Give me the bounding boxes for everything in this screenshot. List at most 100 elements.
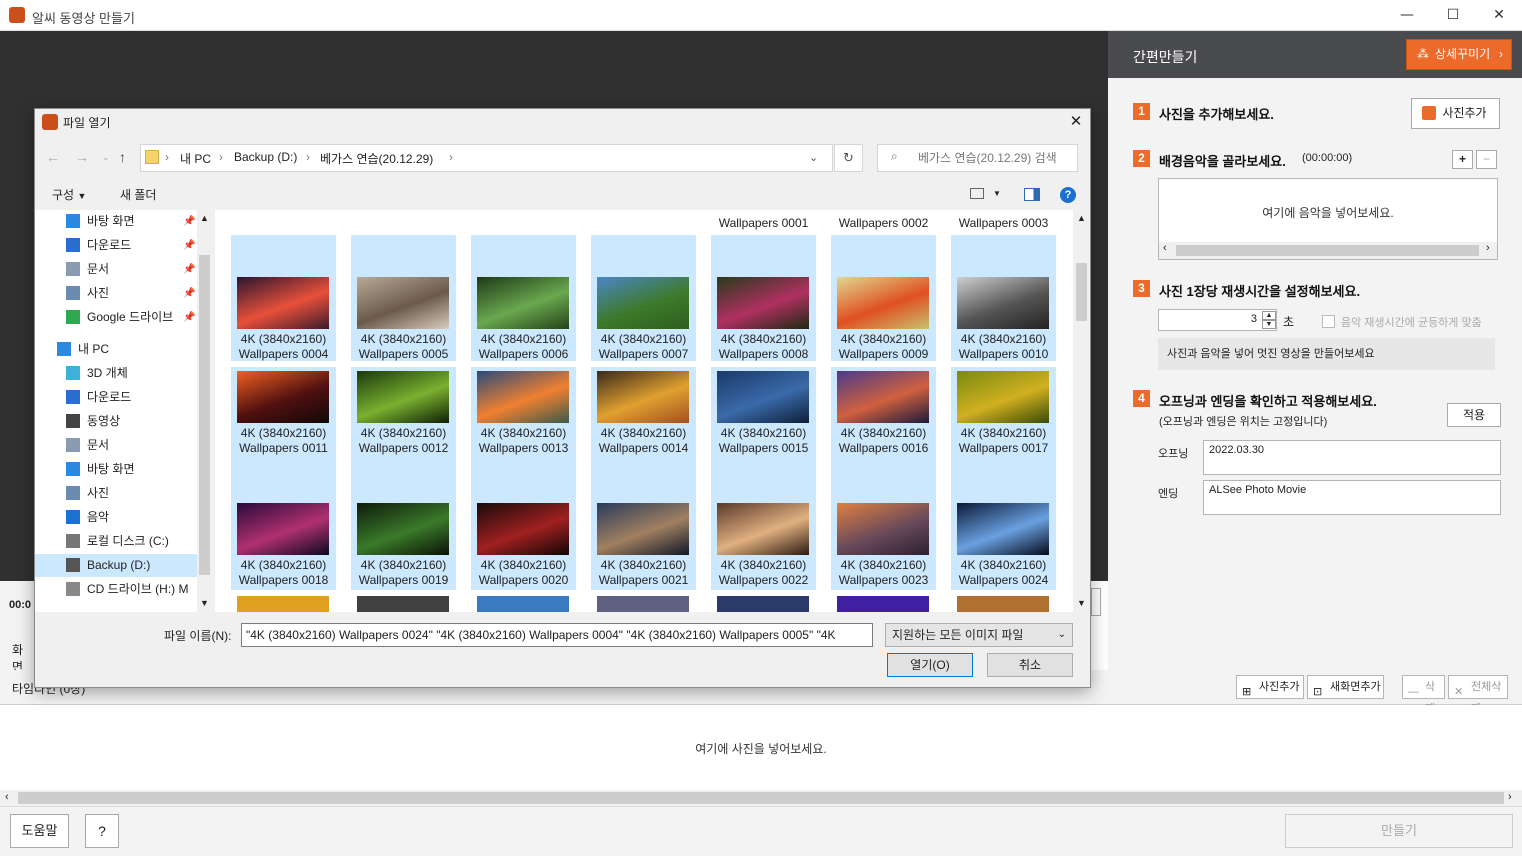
file-tile[interactable]: 4K (3840x2160) Wallpapers 0015 [711, 367, 816, 460]
help-button[interactable]: 도움말 [10, 814, 69, 848]
file-tile[interactable]: 4K (3840x2160) Wallpapers 0019 [351, 460, 456, 590]
music-hscroll[interactable]: ‹ › [1159, 242, 1497, 259]
file-tile[interactable]: 4K (3840x2160) Wallpapers 0007 [591, 235, 696, 361]
nav-item[interactable]: 문서 [35, 434, 198, 457]
nav-item[interactable]: 다운로드 [35, 386, 198, 409]
recent-dropdown-icon[interactable]: ⌄ [102, 152, 110, 163]
image-thumbnail[interactable] [717, 596, 809, 612]
timeline-drop-area[interactable]: 여기에 사진을 넣어보세요. [0, 705, 1522, 790]
file-tile[interactable]: 4K (3840x2160) Wallpapers 0012 [351, 367, 456, 460]
nav-item[interactable]: 문서 📌 [35, 258, 198, 281]
seconds-stepper[interactable]: 3 ▲ ▼ [1158, 309, 1277, 331]
scroll-down-icon[interactable]: ▼ [200, 598, 209, 608]
file-tile[interactable]: 4K (3840x2160) Wallpapers 0021 [591, 460, 696, 590]
file-tile[interactable]: 4K (3840x2160) Wallpapers 0020 [471, 460, 576, 590]
nav-item[interactable]: 음악 [35, 506, 198, 529]
scroll-right-icon[interactable]: › [1508, 791, 1512, 803]
remove-music-button[interactable]: − [1476, 150, 1497, 169]
scroll-up-icon[interactable]: ▲ [1077, 213, 1086, 223]
file-tile[interactable]: 4K (3840x2160) Wallpapers 0018 [231, 460, 336, 590]
timeline-add-photo-button[interactable]: ⊞ 사진추가 [1236, 675, 1304, 699]
nav-scroll-thumb[interactable] [199, 255, 210, 575]
timeline-scroll-thumb[interactable] [18, 792, 1504, 804]
file-tile[interactable]: 4K (3840x2160) Wallpapers 0016 [831, 367, 936, 460]
file-tile[interactable]: 4K (3840x2160) Wallpapers 0013 [471, 367, 576, 460]
nav-item[interactable]: 바탕 화면 📌 [35, 210, 198, 233]
image-thumbnail[interactable] [237, 596, 329, 612]
nav-item[interactable]: 내 PC [35, 338, 198, 361]
file-tile[interactable]: 4K (3840x2160) Wallpapers 0006 [471, 235, 576, 361]
minimize-icon[interactable]: — [1384, 0, 1430, 30]
scroll-left-icon[interactable]: ‹ [5, 791, 9, 803]
close-icon[interactable]: ✕ [1476, 0, 1522, 30]
image-thumbnail[interactable] [957, 596, 1049, 612]
image-thumbnail[interactable] [477, 596, 569, 612]
view-dropdown-icon[interactable]: ▼ [993, 189, 1001, 198]
fit-music-checkbox[interactable] [1322, 315, 1335, 328]
file-tile[interactable]: 4K (3840x2160) Wallpapers 0008 [711, 235, 816, 361]
back-arrow-icon[interactable]: ← [46, 149, 60, 165]
file-tile[interactable]: 4K (3840x2160) Wallpapers 0005 [351, 235, 456, 361]
music-drop-box[interactable]: 여기에 음악을 넣어보세요. ‹ › [1158, 178, 1498, 260]
nav-item[interactable]: Backup (D:) [35, 554, 198, 577]
image-thumbnail[interactable] [357, 596, 449, 612]
add-photo-button[interactable]: 사진추가 [1411, 98, 1500, 129]
image-thumbnail[interactable] [597, 596, 689, 612]
add-music-button[interactable]: + [1452, 150, 1473, 169]
file-tile[interactable]: 4K (3840x2160) Wallpapers 0014 [591, 367, 696, 460]
forward-arrow-icon[interactable]: → [75, 149, 89, 165]
nav-item[interactable]: 사진 [35, 482, 198, 505]
delete-all-button[interactable]: ✕전체삭제 [1448, 675, 1508, 715]
dialog-close-icon[interactable]: ✕ [1062, 110, 1090, 134]
preview-edge-button[interactable] [1091, 588, 1101, 616]
file-tile[interactable]: 4K (3840x2160) Wallpapers 0004 [231, 235, 336, 361]
nav-item[interactable]: 로컬 디스크 (C:) [35, 530, 198, 553]
file-tile[interactable]: 4K (3840x2160) Wallpapers 0011 [231, 367, 336, 460]
stepper-up-icon[interactable]: ▲ [1262, 311, 1276, 320]
help-icon[interactable]: ? [1060, 187, 1076, 203]
question-button[interactable]: ? [85, 814, 119, 848]
up-arrow-icon[interactable]: ↑ [119, 149, 126, 165]
open-button[interactable]: 열기(O) [887, 653, 973, 677]
file-tile[interactable]: 4K (3840x2160) Wallpapers 0009 [831, 235, 936, 361]
nav-item[interactable]: CD 드라이브 (H:) M [35, 578, 198, 601]
image-thumbnail[interactable] [837, 596, 929, 612]
nav-item[interactable]: 3D 개체 [35, 362, 198, 385]
delete-button[interactable]: —삭제 [1402, 675, 1445, 715]
scroll-up-icon[interactable]: ▲ [200, 213, 209, 223]
breadcrumb-folder[interactable]: 베가스 연습(20.12.29) [320, 150, 433, 167]
filetype-select[interactable]: 지원하는 모든 이미지 파일 ⌄ [885, 623, 1073, 647]
nav-item[interactable]: 바탕 화면 [35, 458, 198, 481]
add-screen-button[interactable]: ⊡ 새화면추가 [1307, 675, 1384, 699]
nav-item[interactable]: 동영상 [35, 410, 198, 433]
nav-item[interactable]: 다운로드 📌 [35, 234, 198, 257]
scroll-right-icon[interactable]: › [1486, 242, 1490, 254]
nav-item[interactable]: Google 드라이브 📌 [35, 306, 198, 329]
detail-edit-button[interactable]: ⁂ 상세꾸미기 › [1406, 39, 1512, 70]
organize-menu[interactable]: 구성 ▼ [52, 186, 86, 203]
file-tile[interactable]: 4K (3840x2160) Wallpapers 0024 [951, 460, 1056, 590]
breadcrumb-pc[interactable]: 내 PC [180, 150, 211, 167]
address-dropdown-icon[interactable]: ⌄ [809, 151, 818, 164]
file-tile[interactable]: 4K (3840x2160) Wallpapers 0010 [951, 235, 1056, 361]
file-tile[interactable]: 4K (3840x2160) Wallpapers 0023 [831, 460, 936, 590]
search-input[interactable]: 베가스 연습(20.12.29) 검색 [877, 144, 1078, 172]
opening-text-field[interactable]: 2022.03.30 [1203, 440, 1501, 475]
files-vscroll[interactable]: ▲ ▼ [1073, 210, 1090, 612]
make-button[interactable]: 만들기 [1285, 814, 1513, 848]
stepper-down-icon[interactable]: ▼ [1262, 320, 1276, 329]
scroll-down-icon[interactable]: ▼ [1077, 598, 1086, 608]
scroll-left-icon[interactable]: ‹ [1163, 242, 1167, 254]
files-scroll-thumb[interactable] [1076, 263, 1087, 321]
new-folder-button[interactable]: 새 폴더 [120, 186, 156, 203]
nav-vscroll[interactable]: ▲ ▼ [197, 210, 212, 612]
cancel-button[interactable]: 취소 [987, 653, 1073, 677]
refresh-icon[interactable]: ↻ [834, 144, 863, 172]
view-options-icon[interactable] [970, 188, 984, 199]
breadcrumb-drive[interactable]: Backup (D:) [234, 150, 297, 164]
file-tile[interactable]: 4K (3840x2160) Wallpapers 0017 [951, 367, 1056, 460]
file-tile[interactable]: 4K (3840x2160) Wallpapers 0022 [711, 460, 816, 590]
music-scroll-thumb[interactable] [1176, 245, 1479, 256]
apply-button[interactable]: 적용 [1447, 403, 1501, 427]
preview-pane-icon[interactable] [1024, 188, 1040, 201]
